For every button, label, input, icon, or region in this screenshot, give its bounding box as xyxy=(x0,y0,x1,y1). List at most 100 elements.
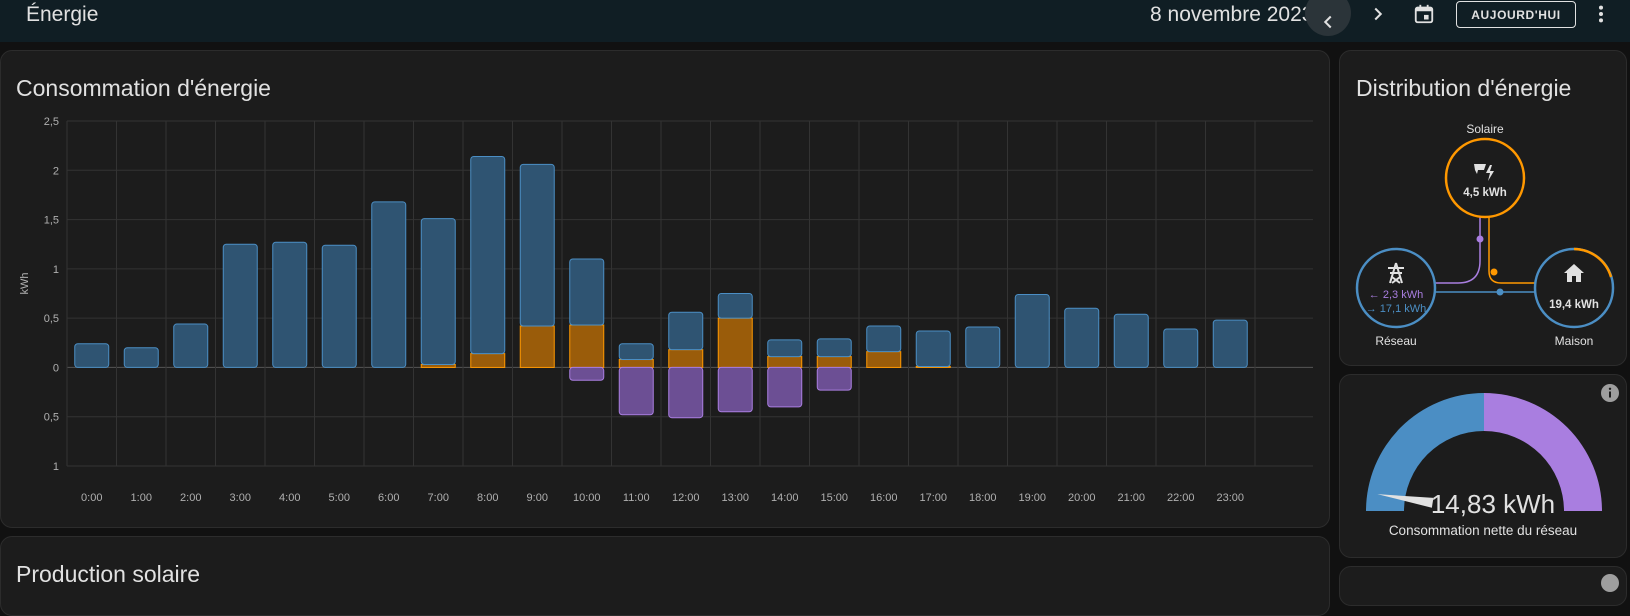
bar-grid-consumption xyxy=(173,323,209,368)
bar-grid-consumption xyxy=(1014,293,1050,368)
bar-solar xyxy=(470,353,506,368)
bar-solar xyxy=(618,359,654,368)
bar-grid-consumption xyxy=(519,163,555,327)
y-tick-label: 0 xyxy=(53,362,59,374)
x-tick-label: 13:00 xyxy=(721,492,749,504)
calendar-button[interactable] xyxy=(1408,0,1440,30)
flow-dot xyxy=(1496,288,1504,296)
bar-grid-consumption xyxy=(420,218,456,365)
chevron-right-icon xyxy=(1374,7,1383,21)
x-tick-label: 5:00 xyxy=(329,492,350,504)
bar-grid-consumption xyxy=(371,201,407,368)
bar-return-to-grid xyxy=(668,366,704,419)
x-tick-label: 19:00 xyxy=(1018,492,1046,504)
energy-distribution-card: Distribution d'énergie Solaire 4,5 kWh ←… xyxy=(1339,50,1627,366)
bar-grid-consumption xyxy=(816,338,852,358)
chevron-left-icon xyxy=(1323,15,1332,29)
next-card xyxy=(1339,566,1627,606)
info-icon[interactable] xyxy=(1600,573,1620,593)
energy-usage-card: Consommation d'énergie 2,5 2 1,5 1 0,5 0 0,5 1 k… xyxy=(0,50,1330,528)
grid-value-to: → 17,1 kWh xyxy=(1366,303,1427,315)
flow-dot xyxy=(1476,235,1484,243)
grid-value-from: ← 2,3 kWh xyxy=(1369,289,1423,301)
gauge-label: Consommation nette du réseau xyxy=(1388,523,1578,538)
bar-grid-consumption xyxy=(1163,328,1199,368)
bar-grid-consumption xyxy=(618,343,654,361)
bar-solar xyxy=(866,351,902,368)
x-tick-label: 21:00 xyxy=(1117,492,1145,504)
x-tick-label: 23:00 xyxy=(1216,492,1244,504)
bar-grid-consumption xyxy=(915,330,951,367)
x-tick-label: 18:00 xyxy=(969,492,997,504)
bar-grid-consumption xyxy=(717,293,753,319)
x-tick-label: 15:00 xyxy=(820,492,848,504)
solar-node[interactable] xyxy=(1444,137,1526,219)
bar-return-to-grid xyxy=(767,366,803,408)
y-tick-label: 1,5 xyxy=(44,215,59,227)
x-tick-label: 2:00 xyxy=(180,492,201,504)
bar-grid-consumption xyxy=(668,311,704,351)
solar-label: Solaire xyxy=(1466,122,1504,136)
bar-grid-consumption xyxy=(965,326,1001,368)
grid-node[interactable] xyxy=(1355,247,1437,329)
x-tick-label: 6:00 xyxy=(378,492,399,504)
bar-grid-consumption xyxy=(222,243,258,368)
bar-grid-consumption xyxy=(272,241,308,368)
x-tick-label: 4:00 xyxy=(279,492,300,504)
x-tick-label: 16:00 xyxy=(870,492,898,504)
bar-grid-consumption xyxy=(569,258,605,326)
x-tick-label: 0:00 xyxy=(81,492,102,504)
bar-return-to-grid xyxy=(717,366,753,413)
grid-net-consumption-card: 14,83 kWh Consommation nette du réseau xyxy=(1339,374,1627,558)
x-tick-label: 1:00 xyxy=(131,492,152,504)
x-tick-label: 20:00 xyxy=(1068,492,1096,504)
y-axis-label: kWh xyxy=(19,273,31,295)
x-tick-label: 8:00 xyxy=(477,492,498,504)
y-tick-label: 1 xyxy=(53,461,59,473)
bar-return-to-grid xyxy=(618,366,654,416)
home-label: Maison xyxy=(1555,334,1594,348)
x-tick-label: 17:00 xyxy=(919,492,947,504)
y-tick-label: 0,5 xyxy=(44,313,59,325)
energy-usage-chart: 2,5 2 1,5 1 0,5 0 0,5 1 kWh 0:00 1:00 2:00 3:00 4:00 5… xyxy=(19,116,1313,504)
y-tick-label: 0,5 xyxy=(44,412,59,424)
more-vert-icon xyxy=(1598,5,1604,23)
page-title: Énergie xyxy=(26,3,99,26)
x-tick-label: 12:00 xyxy=(672,492,700,504)
bar-grid-consumption xyxy=(1113,313,1149,368)
x-tick-label: 3:00 xyxy=(230,492,251,504)
bar-grid-consumption xyxy=(470,155,506,355)
x-tick-label: 10:00 xyxy=(573,492,601,504)
previous-day-button[interactable] xyxy=(1305,0,1351,36)
bar-solar xyxy=(668,349,704,368)
bar-grid-consumption xyxy=(767,339,803,358)
bar-solar xyxy=(569,324,605,368)
distribution-diagram: Solaire 4,5 kWh ← 2,3 kWh → 17,1 kWh Rés… xyxy=(1355,122,1615,348)
more-options-button[interactable] xyxy=(1588,0,1614,30)
x-tick-label: 22:00 xyxy=(1167,492,1195,504)
bar-grid-consumption xyxy=(1212,319,1248,368)
grid-label: Réseau xyxy=(1375,334,1416,348)
bar-return-to-grid xyxy=(569,366,605,381)
x-tick-label: 7:00 xyxy=(428,492,449,504)
home-value: 19,4 kWh xyxy=(1549,299,1599,311)
bar-solar xyxy=(519,325,555,368)
next-day-button[interactable] xyxy=(1362,0,1394,30)
bar-solar xyxy=(767,356,803,368)
date-label: 8 novembre 2023 xyxy=(1150,3,1314,26)
bar-grid-consumption xyxy=(866,325,902,353)
flow-dot xyxy=(1490,268,1498,276)
solar-value: 4,5 kWh xyxy=(1463,187,1506,199)
x-tick-label: 11:00 xyxy=(623,492,650,504)
bar-grid-consumption xyxy=(123,347,159,368)
x-tick-label: 9:00 xyxy=(527,492,548,504)
x-tick-label: 14:00 xyxy=(771,492,799,504)
bar-solar xyxy=(816,356,852,368)
bar-solar xyxy=(717,317,753,368)
today-button[interactable]: AUJOURD'HUI xyxy=(1456,1,1576,28)
top-app-bar: Énergie 8 novembre 2023 AUJOURD'HUI xyxy=(0,0,1630,42)
gauge-value: 14,83 kWh xyxy=(1430,489,1556,519)
y-tick-label: 2,5 xyxy=(44,116,59,128)
bar-grid-consumption xyxy=(1064,307,1100,368)
solar-production-card: Production solaire xyxy=(0,536,1330,616)
